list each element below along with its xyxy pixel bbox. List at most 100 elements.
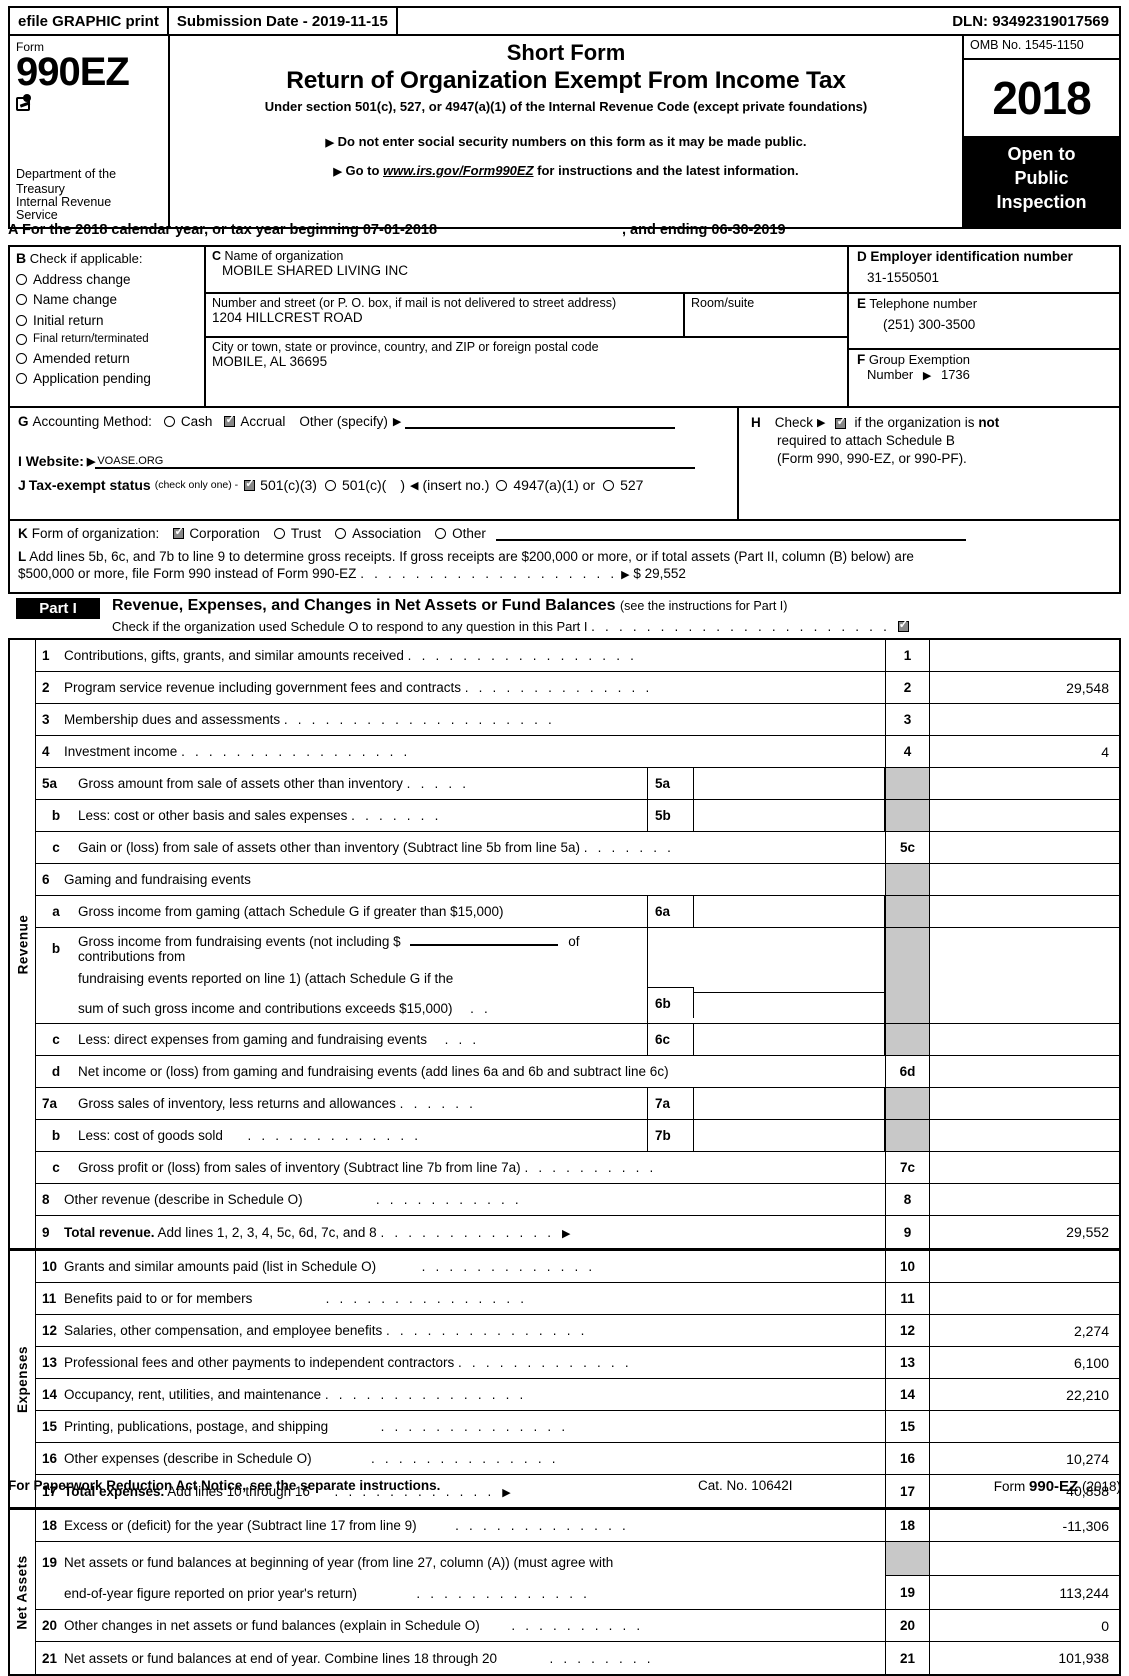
row-text-wrap: Net assets or fund balances at end of ye… — [56, 1651, 881, 1666]
checkbox-application-pending[interactable]: Application pending — [16, 371, 198, 386]
group-exemption-value: 1736 — [940, 367, 970, 382]
checkbox-icon-schedule-b[interactable] — [835, 415, 847, 429]
org-type-association-option[interactable]: Association — [335, 526, 421, 541]
website-value[interactable]: VOASE.ORG — [95, 455, 696, 469]
checkbox-icon-amended-return[interactable] — [16, 352, 27, 364]
subbox-value[interactable] — [694, 1024, 884, 1055]
row-line-number: 2 — [885, 672, 930, 703]
irs-form990ez-link[interactable]: www.irs.gov/Form990EZ — [383, 163, 534, 178]
row-amount[interactable]: 10,274 — [930, 1443, 1119, 1474]
row-amount[interactable]: 22,210 — [930, 1379, 1119, 1410]
checkbox-icon-other[interactable] — [435, 528, 447, 539]
checkbox-icon-application-pending[interactable] — [16, 373, 27, 384]
checkbox-icon-association[interactable] — [335, 528, 347, 539]
row-amount[interactable] — [930, 1184, 1119, 1215]
row-line-number: 18 — [885, 1510, 930, 1541]
row-amount[interactable] — [930, 1411, 1119, 1442]
subbox-value[interactable] — [694, 768, 884, 799]
table-row: 14 Occupancy, rent, utilities, and maint… — [36, 1379, 1119, 1411]
table-row: 13 Professional fees and other payments … — [36, 1347, 1119, 1379]
row-number-label: 19 — [42, 1555, 58, 1570]
checkbox-name-change[interactable]: Name change — [16, 292, 198, 307]
checkbox-icon-501c3[interactable] — [244, 477, 255, 491]
row-description: 16 Other expenses (describe in Schedule … — [36, 1443, 885, 1474]
subbox-value[interactable] — [694, 800, 884, 831]
row-amount[interactable] — [930, 704, 1119, 735]
tax-exempt-501c-option[interactable]: 501(c)( ) — [324, 477, 405, 493]
row-amount[interactable]: 29,548 — [930, 672, 1119, 703]
accounting-accrual-option[interactable]: Accrual — [224, 413, 285, 429]
checkbox-address-change[interactable]: Address change — [16, 272, 198, 287]
row-amount[interactable]: 0 — [930, 1610, 1119, 1641]
subbox-value[interactable] — [694, 992, 884, 1023]
section-g-letter: G — [18, 414, 29, 429]
table-row: 4 Investment income . . . . . . . . . . … — [36, 736, 1119, 768]
row-amount[interactable] — [930, 1283, 1119, 1314]
checkbox-icon-4947[interactable] — [496, 479, 508, 491]
fundraising-contributions-input[interactable] — [410, 932, 559, 946]
checkbox-icon-initial-return[interactable] — [16, 314, 27, 326]
row-text-wrap: Gross sales of inventory, less returns a… — [70, 1096, 643, 1111]
accounting-method-label: Accounting Method: — [32, 414, 152, 429]
tax-exempt-501c-tail: ) — [400, 477, 405, 493]
org-type-other-option[interactable]: Other — [435, 526, 486, 541]
checkbox-icon-corporation[interactable] — [173, 525, 184, 539]
schedule-b-text1: if the organization is — [854, 415, 979, 430]
row-description: 4 Investment income . . . . . . . . . . … — [36, 736, 885, 767]
checkbox-icon-501c[interactable] — [324, 479, 336, 491]
part-1-header: Part I Revenue, Expenses, and Changes in… — [8, 596, 1121, 638]
checkbox-icon-cash[interactable] — [163, 416, 175, 427]
checkbox-icon-accrual[interactable] — [224, 413, 235, 427]
table-row: 15 Printing, publications, postage, and … — [36, 1411, 1119, 1443]
row-line-number: 20 — [885, 1610, 930, 1641]
row-text: Occupancy, rent, utilities, and maintena… — [64, 1387, 322, 1402]
row-text-wrap: Gross profit or (loss) from sales of inv… — [70, 1160, 881, 1175]
org-type-corporation-option[interactable]: Corporation — [173, 525, 260, 541]
row-line-number: 21 — [885, 1642, 930, 1674]
row-dots: . . . . . . . . . . . . . . . . . . . . — [283, 712, 555, 727]
part-1-tag: Part I — [16, 598, 100, 619]
tax-exempt-527-option[interactable]: 527 — [603, 477, 643, 493]
checkbox-icon-527[interactable] — [603, 479, 615, 491]
row-line-1: 19 Net assets or fund balances at beginn… — [42, 1547, 881, 1578]
checkbox-final-return[interactable]: Final return/terminated — [16, 333, 198, 345]
checkbox-icon-address-change[interactable] — [16, 273, 27, 285]
form-990ez-page: efile GRAPHIC print Submission Date - 20… — [0, 0, 1129, 1676]
subbox-value[interactable] — [694, 896, 884, 927]
row-text: Gross profit or (loss) from sales of inv… — [78, 1160, 521, 1175]
row-description: c Less: direct expenses from gaming and … — [36, 1024, 647, 1055]
tax-exempt-4947-option[interactable]: 4947(a)(1) or — [496, 477, 595, 493]
row-amount[interactable] — [930, 1251, 1119, 1282]
org-type-trust-option[interactable]: Trust — [273, 526, 321, 541]
subbox-value[interactable] — [694, 1088, 884, 1119]
checkbox-icon-final-return[interactable] — [16, 333, 27, 345]
accounting-cash-option[interactable]: Cash — [163, 414, 212, 429]
row-amount[interactable] — [930, 1152, 1119, 1183]
row-amount[interactable]: 113,244 — [930, 1576, 1119, 1609]
checkbox-icon-schedule-o[interactable] — [897, 618, 909, 632]
row-amount[interactable] — [930, 832, 1119, 863]
checkbox-icon-trust[interactable] — [273, 528, 285, 539]
row-text-line3: sum of such gross income and contributio… — [78, 1000, 453, 1016]
checkbox-amended-return[interactable]: Amended return — [16, 351, 198, 366]
website-arrow-icon: ▶ — [86, 456, 96, 468]
row-amount[interactable] — [930, 1056, 1119, 1087]
row-subbox: 7b — [647, 1120, 885, 1151]
org-type-other-input[interactable] — [495, 527, 966, 541]
section-k-letter: K — [18, 526, 28, 541]
row-amount[interactable]: 2,274 — [930, 1315, 1119, 1346]
row-amount[interactable]: 101,938 — [930, 1642, 1119, 1674]
checkbox-icon-name-change[interactable] — [16, 294, 27, 305]
tax-exempt-501c3-option[interactable]: 501(c)(3) — [244, 477, 317, 493]
row-amount[interactable] — [930, 640, 1119, 671]
subbox-value[interactable] — [694, 1120, 884, 1151]
row-amount[interactable]: 6,100 — [930, 1347, 1119, 1378]
notice-bullet-2: ▶ Go to www.irs.gov/Form990EZ for instru… — [170, 163, 962, 178]
row-amount[interactable]: -11,306 — [930, 1510, 1119, 1541]
tax-year-period-line: A For the 2018 calendar year, or tax yea… — [8, 222, 1121, 246]
checkbox-initial-return[interactable]: Initial return — [16, 313, 198, 328]
schedule-b-check-row: H Check ▶ if the organization is not — [751, 414, 1107, 432]
row-amount[interactable]: 4 — [930, 736, 1119, 767]
accounting-other-input[interactable] — [405, 415, 676, 429]
row-amount[interactable]: 29,552 — [930, 1216, 1119, 1248]
